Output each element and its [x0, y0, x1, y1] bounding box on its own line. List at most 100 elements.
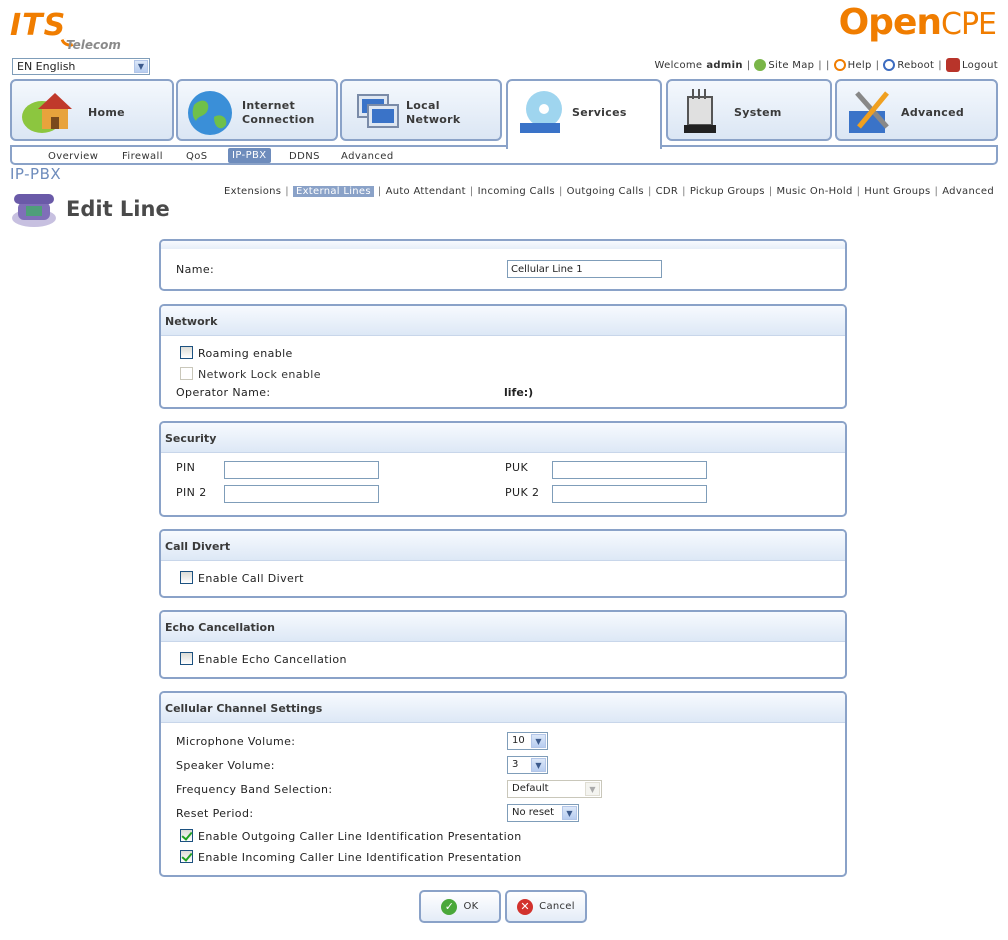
roaming-checkbox[interactable]: [180, 346, 193, 359]
subtab-auto-attendant[interactable]: Auto Attendant: [386, 186, 466, 197]
site-map-label: Site Map: [768, 60, 815, 71]
microphone-volume-select[interactable]: 10 ▼: [507, 732, 548, 750]
pin-input[interactable]: [224, 461, 379, 479]
tab-local-label-line2: Network: [406, 113, 461, 126]
echo-cancellation-label: Enable Echo Cancellation: [198, 653, 347, 666]
tab-advanced-label: Advanced: [901, 106, 965, 119]
incoming-clip-checkbox[interactable]: [180, 850, 193, 863]
separator: |: [934, 186, 939, 197]
separator: |: [647, 186, 652, 197]
outgoing-clip-label: Enable Outgoing Caller Line Identificati…: [198, 830, 522, 843]
services-subnav: Overview Firewall QoS IP-PBX DDNS Advanc…: [10, 145, 998, 165]
subtab-cdr[interactable]: CDR: [656, 186, 679, 197]
operator-name-value: life:): [504, 386, 534, 399]
frequency-band-label: Frequency Band Selection:: [176, 783, 333, 796]
logout-icon: [945, 58, 960, 72]
main-tabs: Home Internet Connection Local Network S…: [10, 79, 998, 149]
separator: |: [938, 59, 942, 71]
tab-home[interactable]: Home: [10, 79, 174, 141]
subnav-ddns[interactable]: DDNS: [289, 151, 320, 162]
language-select-value: EN English: [17, 60, 76, 73]
welcome-text: Welcome: [654, 59, 703, 71]
puk-input[interactable]: [552, 461, 707, 479]
subtab-pickup-groups[interactable]: Pickup Groups: [690, 186, 765, 197]
username: admin: [706, 59, 743, 71]
security-panel-title: Security: [161, 423, 845, 453]
subtab-advanced[interactable]: Advanced: [942, 186, 994, 197]
subtab-music-on-hold[interactable]: Music On-Hold: [776, 186, 852, 197]
tools-icon: [849, 91, 889, 133]
tab-local-network[interactable]: Local Network: [340, 79, 502, 141]
subtab-hunt-groups[interactable]: Hunt Groups: [864, 186, 930, 197]
reboot-label: Reboot: [897, 60, 935, 71]
subtab-external-lines[interactable]: External Lines: [292, 186, 374, 197]
network-panel-title: Network: [161, 306, 845, 336]
pin2-input[interactable]: [224, 485, 379, 503]
phone-icon: [12, 194, 56, 227]
logout-link[interactable]: Logout: [945, 58, 998, 72]
cancel-button[interactable]: ✕ Cancel: [505, 890, 587, 923]
reset-period-select[interactable]: No reset ▼: [507, 804, 579, 822]
echo-panel-title: Echo Cancellation: [161, 612, 845, 642]
name-panel: Name:: [159, 239, 847, 291]
tab-advanced[interactable]: Advanced: [835, 79, 998, 141]
network-lock-checkbox[interactable]: [180, 367, 193, 380]
tab-system-label: System: [734, 106, 782, 119]
separator: |: [825, 59, 830, 71]
page-category: IP-PBX: [10, 165, 62, 183]
ok-button-label: OK: [463, 901, 479, 912]
speaker-volume-select[interactable]: 3 ▼: [507, 756, 548, 774]
tab-internet-label-line1: Internet: [242, 99, 296, 112]
name-panel-header: [161, 241, 845, 249]
separator: |: [746, 59, 751, 71]
telecom-logo-text: Telecom: [66, 38, 121, 52]
tab-local-label-line1: Local: [406, 99, 440, 112]
help-link[interactable]: Help: [833, 59, 872, 71]
computers-icon: [357, 94, 399, 128]
site-map-icon: [754, 59, 767, 71]
outgoing-clip-checkbox[interactable]: [180, 829, 193, 842]
subtab-outgoing-calls[interactable]: Outgoing Calls: [567, 186, 644, 197]
puk2-input[interactable]: [552, 485, 707, 503]
site-map-link[interactable]: Site Map: [754, 59, 814, 71]
separator: |: [558, 186, 563, 197]
name-label: Name:: [176, 263, 215, 276]
call-divert-checkbox[interactable]: [180, 571, 193, 584]
chevron-down-icon: ▼: [562, 806, 577, 820]
subnav-overview[interactable]: Overview: [48, 151, 98, 162]
tab-services[interactable]: Services: [506, 79, 662, 149]
help-icon: [833, 59, 846, 71]
subnav-advanced[interactable]: Advanced: [341, 151, 394, 162]
roaming-label: Roaming enable: [198, 347, 293, 360]
logout-label: Logout: [961, 60, 998, 71]
speaker-volume-label: Speaker Volume:: [176, 759, 275, 772]
opencpe-logo-open: Open: [838, 2, 942, 43]
ok-button[interactable]: ✓ OK: [419, 890, 501, 923]
subnav-firewall[interactable]: Firewall: [122, 151, 163, 162]
echo-cancellation-panel: Echo Cancellation Enable Echo Cancellati…: [159, 610, 847, 679]
subnav-qos[interactable]: QoS: [186, 151, 208, 162]
separator: |: [469, 186, 474, 197]
pin2-label: PIN 2: [176, 486, 207, 499]
cancel-icon: ✕: [517, 898, 534, 915]
reset-period-value: No reset: [512, 807, 555, 818]
operator-name-label: Operator Name:: [176, 386, 271, 399]
tab-services-label: Services: [572, 106, 627, 119]
name-input[interactable]: [507, 260, 662, 278]
language-select[interactable]: EN English ▼: [12, 58, 150, 75]
incoming-clip-label: Enable Incoming Caller Line Identificati…: [198, 851, 522, 864]
puk-label: PUK: [505, 461, 529, 474]
reboot-link[interactable]: Reboot: [883, 59, 934, 71]
separator: |: [875, 59, 880, 71]
speaker-volume-value: 3: [512, 759, 519, 770]
subtab-incoming-calls[interactable]: Incoming Calls: [478, 186, 555, 197]
subnav-ip-pbx[interactable]: IP-PBX: [228, 148, 271, 163]
frequency-band-select[interactable]: Default ▼: [507, 780, 602, 798]
help-label: Help: [847, 60, 872, 71]
echo-cancellation-checkbox[interactable]: [180, 652, 193, 665]
router-icon: [684, 89, 716, 133]
tab-internet-connection[interactable]: Internet Connection: [176, 79, 338, 141]
tab-system[interactable]: System: [666, 79, 832, 141]
puk2-label: PUK 2: [505, 486, 540, 499]
subtab-extensions[interactable]: Extensions: [224, 186, 281, 197]
